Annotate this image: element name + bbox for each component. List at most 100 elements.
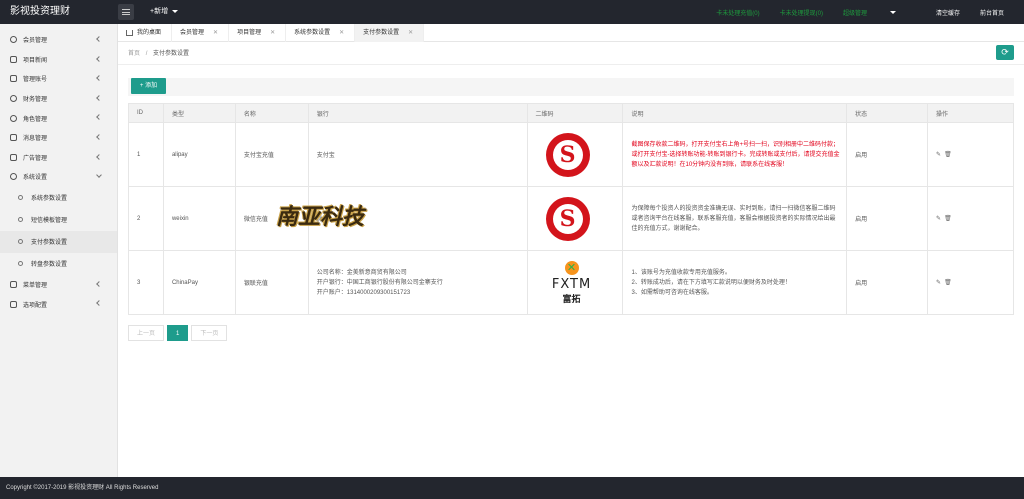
close-icon[interactable]: ✕ — [408, 24, 413, 42]
tab-desktop[interactable]: 我的桌面 — [118, 24, 173, 42]
cell-type: weixin — [162, 186, 236, 251]
cell-status: 启用 — [846, 250, 929, 315]
sidebar-item-members[interactable]: 会员管理 — [0, 30, 117, 50]
col-description: 说明 — [622, 103, 848, 123]
sidebar-subitem-sms-templates[interactable]: 短信模板管理 — [0, 209, 117, 231]
app-brand[interactable]: 影视投资理财 — [0, 0, 118, 24]
menu-toggle-button[interactable] — [118, 4, 134, 20]
breadcrumb-current: 支付参数设置 — [153, 51, 190, 57]
sidebar-subitem-label: 支付参数设置 — [31, 240, 68, 247]
cell-actions: ✎🗑 — [927, 186, 1014, 251]
tab-label: 会员管理 — [180, 30, 205, 36]
tab-projects[interactable]: 项目管理 ✕ — [229, 24, 287, 42]
admin-user-menu[interactable]: 超级管理 — [843, 8, 916, 17]
cell-bank: 公司名称：金美新意商贸有限公司 开户银行：中国工商银行股份有限公司金寨支行 开户… — [307, 250, 528, 315]
table-row: 3 ChinaPay 银联充值 公司名称：金美新意商贸有限公司 开户银行：中国工… — [128, 250, 1014, 315]
table-header-row: ID 类型 名称 银行 二维码 说明 状态 操作 — [128, 103, 1014, 123]
sidebar-item-messages[interactable]: 消息管理 — [0, 128, 117, 148]
shield-icon — [10, 114, 17, 122]
sidebar-item-label: 菜单管理 — [23, 283, 48, 290]
delete-icon[interactable]: 🗑 — [944, 216, 955, 222]
sidebar-subitem-payment-params[interactable]: 支付参数设置 — [0, 230, 117, 253]
new-dropdown[interactable]: +新增 — [150, 0, 179, 24]
chevron-left-icon — [96, 153, 102, 160]
tab-label: 我的桌面 — [137, 30, 162, 36]
finance-icon — [10, 95, 17, 103]
cell-qrcode — [526, 186, 624, 251]
sidebar-item-menus[interactable]: 菜单管理 — [0, 275, 117, 295]
main-panel: 首页 / 支付参数设置 ⟳ + 添加 ID 类型 名称 银行 二维码 说明 状态… — [118, 42, 1024, 477]
col-qrcode: 二维码 — [526, 103, 624, 123]
edit-icon[interactable]: ✎ — [936, 216, 944, 222]
project-icon — [10, 55, 17, 63]
toolbar: + 添加 — [128, 78, 1014, 96]
refresh-button[interactable]: ⟳ — [996, 45, 1014, 60]
circle-icon — [18, 261, 23, 267]
sidebar-item-settings[interactable]: 系统设置 — [0, 167, 117, 187]
new-dropdown-label: +新增 — [150, 8, 169, 15]
col-id: ID — [128, 103, 164, 123]
breadcrumb-home[interactable]: 首页 — [128, 51, 140, 57]
fxtm-cn-text: 富拓 — [562, 293, 581, 304]
close-icon[interactable]: ✕ — [270, 24, 275, 42]
edit-icon[interactable]: ✎ — [936, 152, 944, 158]
chevron-left-icon — [96, 280, 102, 287]
desc-line: 3、如需帮助可咨询在线客服。 — [631, 289, 713, 296]
top-header: 影视投资理财 +新增 卡未处理充值(0) 卡未处理提现(0) 超级管理 清空缓存… — [0, 0, 1024, 24]
hamburger-icon — [122, 9, 130, 15]
sidebar-subitem-system-params[interactable]: 系统参数设置 — [0, 187, 117, 209]
circle-icon — [18, 195, 23, 201]
close-icon[interactable]: ✕ — [213, 24, 218, 42]
bank-branch: 开户银行：中国工商银行股份有限公司金寨支行 — [316, 279, 443, 286]
clear-cache-link[interactable]: 清空缓存 — [936, 8, 960, 17]
pending-withdraw-link[interactable]: 卡未处理提现(0) — [780, 8, 823, 17]
sidebar-item-accounts[interactable]: 管理账号 — [0, 69, 117, 89]
tab-label: 项目管理 — [237, 30, 262, 36]
prev-page-button[interactable]: 上一页 — [128, 325, 165, 341]
sidebar-item-options[interactable]: 选项配置 — [0, 294, 117, 314]
delete-icon[interactable]: 🗑 — [944, 280, 955, 286]
cell-description: 截图保存收款二维码，打开支付宝右上角+号扫一扫，识别相册中二维码付款；或打开支付… — [622, 122, 848, 187]
sidebar-item-label: 角色管理 — [23, 116, 48, 123]
cell-qrcode — [526, 122, 624, 187]
close-icon[interactable]: ✕ — [339, 24, 344, 42]
caret-down-icon — [889, 11, 896, 15]
tab-payment-params[interactable]: 支付参数设置 ✕ — [355, 24, 425, 42]
next-page-button[interactable]: 下一页 — [191, 325, 228, 341]
message-icon — [10, 134, 17, 142]
cell-name: 银联充值 — [234, 250, 309, 315]
chevron-down-icon — [96, 172, 102, 178]
sidebar-item-ads[interactable]: 广告管理 — [0, 148, 117, 168]
menu-icon — [10, 281, 17, 289]
sidebar-item-projects[interactable]: 项目新闻 — [0, 50, 117, 70]
qrcode-image — [545, 196, 590, 241]
frontpage-link[interactable]: 前台首页 — [980, 8, 1004, 17]
tab-members[interactable]: 会员管理 ✕ — [172, 24, 230, 42]
sidebar-item-roles[interactable]: 角色管理 — [0, 108, 117, 128]
pending-recharge-link[interactable]: 卡未处理充值(0) — [716, 8, 759, 17]
sidebar-subitem-wheel-params[interactable]: 转盘参数设置 — [0, 253, 117, 275]
sidebar-item-label: 系统设置 — [23, 175, 48, 182]
refresh-icon: ⟳ — [1001, 47, 1009, 57]
chevron-left-icon — [96, 75, 102, 82]
watermark-logo: 南亚科技 — [276, 204, 365, 230]
delete-icon[interactable]: 🗑 — [944, 152, 955, 158]
cell-bank: 支付宝 — [307, 122, 528, 187]
sidebar-subitem-label: 短信模板管理 — [31, 218, 68, 225]
edit-icon[interactable]: ✎ — [936, 280, 944, 286]
tab-system-params[interactable]: 系统参数设置 ✕ — [286, 24, 356, 42]
tab-bar: 我的桌面 会员管理 ✕ 项目管理 ✕ 系统参数设置 ✕ 支付参数设置 ✕ — [118, 24, 1024, 42]
sidebar-item-label: 管理账号 — [23, 77, 48, 84]
chevron-left-icon — [96, 114, 102, 121]
page-button-current[interactable]: 1 — [167, 325, 189, 341]
desc-line: 1、该账号为充值收款专用充值服务。 — [631, 269, 731, 276]
add-button[interactable]: + 添加 — [131, 78, 166, 94]
sidebar-item-finance[interactable]: 财务管理 — [0, 89, 117, 109]
options-icon — [10, 300, 17, 308]
user-icon — [10, 36, 17, 44]
payment-table: ID 类型 名称 银行 二维码 说明 状态 操作 1 alipay 支付宝充值 … — [128, 103, 1014, 315]
cell-id: 2 — [128, 186, 164, 251]
chevron-left-icon — [96, 55, 102, 62]
cell-description: 为保障每个投资人的投资资金准确无误、实时到账，请扫一扫微信客服二维码或者咨询平台… — [622, 186, 848, 251]
col-name: 名称 — [234, 103, 309, 123]
